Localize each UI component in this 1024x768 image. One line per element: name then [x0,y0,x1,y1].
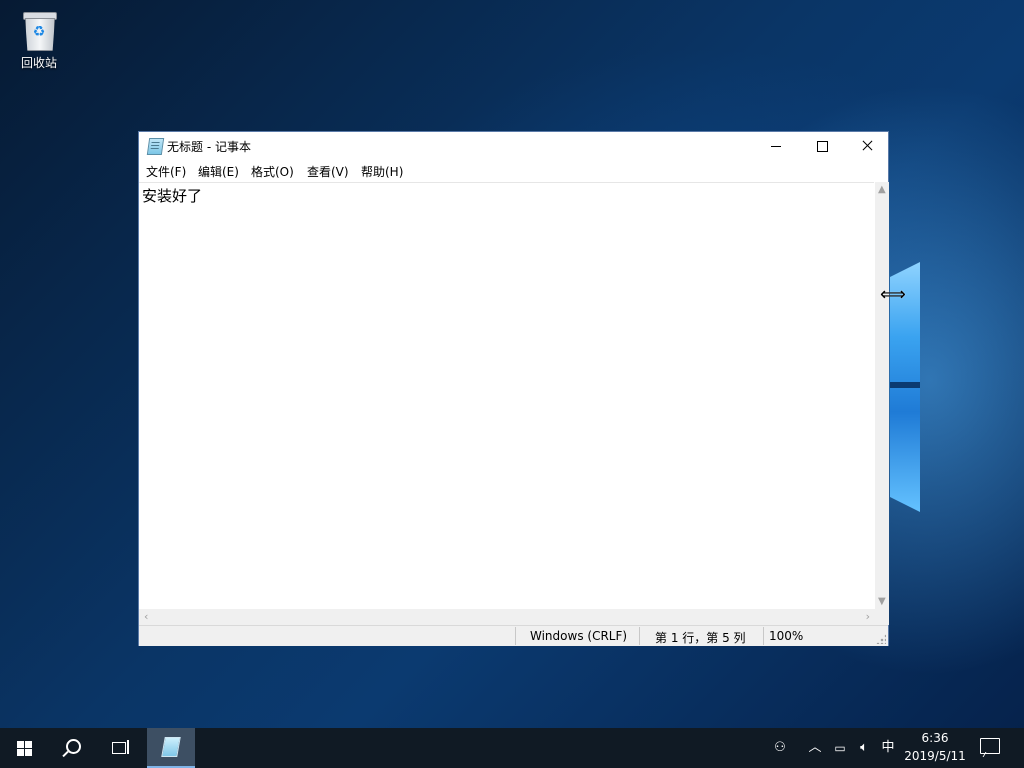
resize-cursor-icon: ⟺ [880,284,906,305]
minimize-button[interactable] [753,132,799,160]
clock-time: 6:36 [921,731,949,745]
menu-view[interactable]: 查看(V) [307,163,349,180]
vertical-scrollbar[interactable]: ▲ ▼ [875,182,889,609]
editor-content: 安装好了 [142,187,203,205]
notepad-window: 无标题 - 记事本 文件(F) 编辑(E) 格式(O) 查看(V) 帮助(H) … [138,131,889,646]
taskbar: ⚇ ︿ ▭ 🔈︎ 中 6:36 2019/5/11 [0,728,1024,768]
wallpaper-logo-gap [890,382,920,388]
task-view-button[interactable] [96,728,144,768]
scroll-right-icon[interactable]: › [866,610,870,623]
status-divider [763,627,764,645]
scroll-down-icon[interactable]: ▼ [878,596,886,607]
clock-date: 2019/5/11 [904,749,966,763]
action-center-icon[interactable] [980,738,1000,754]
menu-help[interactable]: 帮助(H) [361,163,403,180]
status-line-ending: Windows (CRLF) [530,629,628,643]
ime-indicator[interactable]: 中 [879,728,897,768]
status-cursor-position: 第 1 行，第 5 列 [655,631,746,645]
people-icon[interactable]: ⚇ [770,728,790,768]
status-zoom: 100% [769,629,804,643]
system-clock[interactable]: 6:36 2019/5/11 [900,728,970,768]
menu-format[interactable]: 格式(O) [251,163,294,180]
text-editor[interactable]: 安装好了 [139,182,874,609]
volume-icon[interactable]: 🔈︎ [853,728,875,768]
search-button[interactable] [48,728,96,768]
show-hidden-icons-chevron-icon[interactable]: ︿ [806,728,824,768]
window-title: 无标题 - 记事本 [167,140,251,154]
horizontal-scrollbar[interactable]: ‹ › [139,609,875,625]
status-divider [515,627,516,645]
title-bar[interactable]: 无标题 - 记事本 [139,132,888,160]
scroll-left-icon[interactable]: ‹ [144,610,148,623]
menu-edit[interactable]: 编辑(E) [198,163,239,180]
taskbar-notepad-button[interactable] [147,728,195,768]
menu-file[interactable]: 文件(F) [146,163,186,180]
scrollbar-corner [875,609,889,625]
notepad-icon [161,737,181,757]
resize-grip[interactable] [876,634,886,644]
status-bar: Windows (CRLF) 第 1 行，第 5 列 100% [139,625,888,646]
status-divider [639,627,640,645]
recycle-bin-label: 回收站 [20,56,57,70]
start-button[interactable] [0,728,48,768]
scroll-up-icon[interactable]: ▲ [878,184,886,195]
network-icon[interactable]: ▭ [830,728,850,768]
recycle-bin-shortcut[interactable]: ♻ 回收站 [10,6,68,71]
recycle-bin-icon: ♻ [21,10,57,51]
menu-bar: 文件(F) 编辑(E) 格式(O) 查看(V) 帮助(H) [139,160,888,182]
maximize-button[interactable] [799,132,845,160]
close-button[interactable] [844,132,890,160]
notepad-icon [146,138,165,155]
